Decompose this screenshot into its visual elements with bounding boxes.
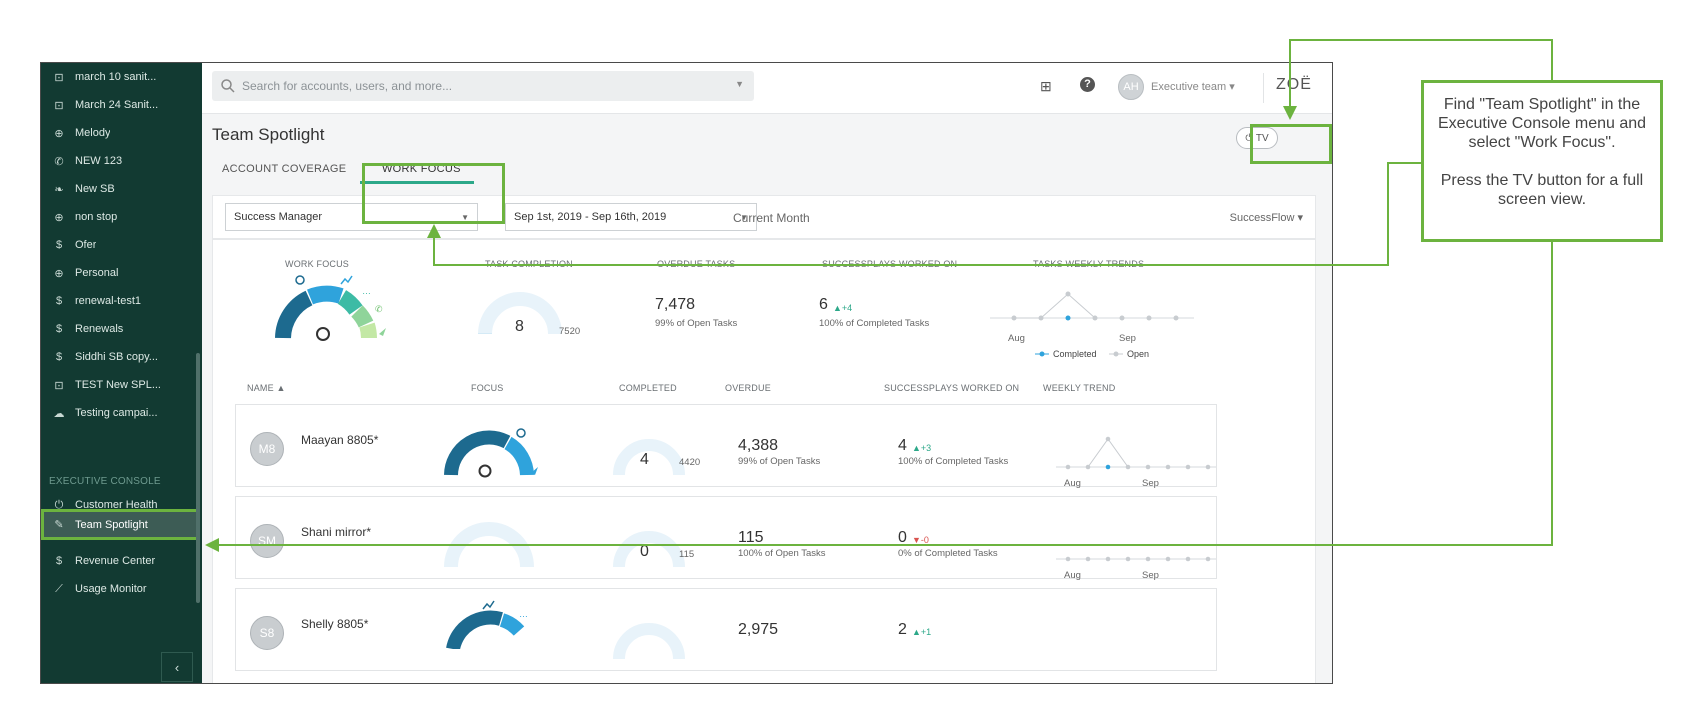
arrow-down-icon (1283, 106, 1297, 120)
callout-line-2: Press the TV button for a full screen vi… (1440, 172, 1644, 208)
connector-tab (433, 162, 1423, 266)
instruction-callout: Find "Team Spotlight" in the Executive C… (1421, 80, 1663, 242)
connector-sidebar (217, 242, 1553, 546)
tv-button-highlight (1250, 124, 1332, 164)
arrow-up-icon (427, 224, 441, 238)
arrow-left-icon (205, 538, 219, 552)
work-focus-highlight (362, 163, 505, 224)
callout-line-1: Find "Team Spotlight" in the Executive C… (1437, 96, 1647, 151)
